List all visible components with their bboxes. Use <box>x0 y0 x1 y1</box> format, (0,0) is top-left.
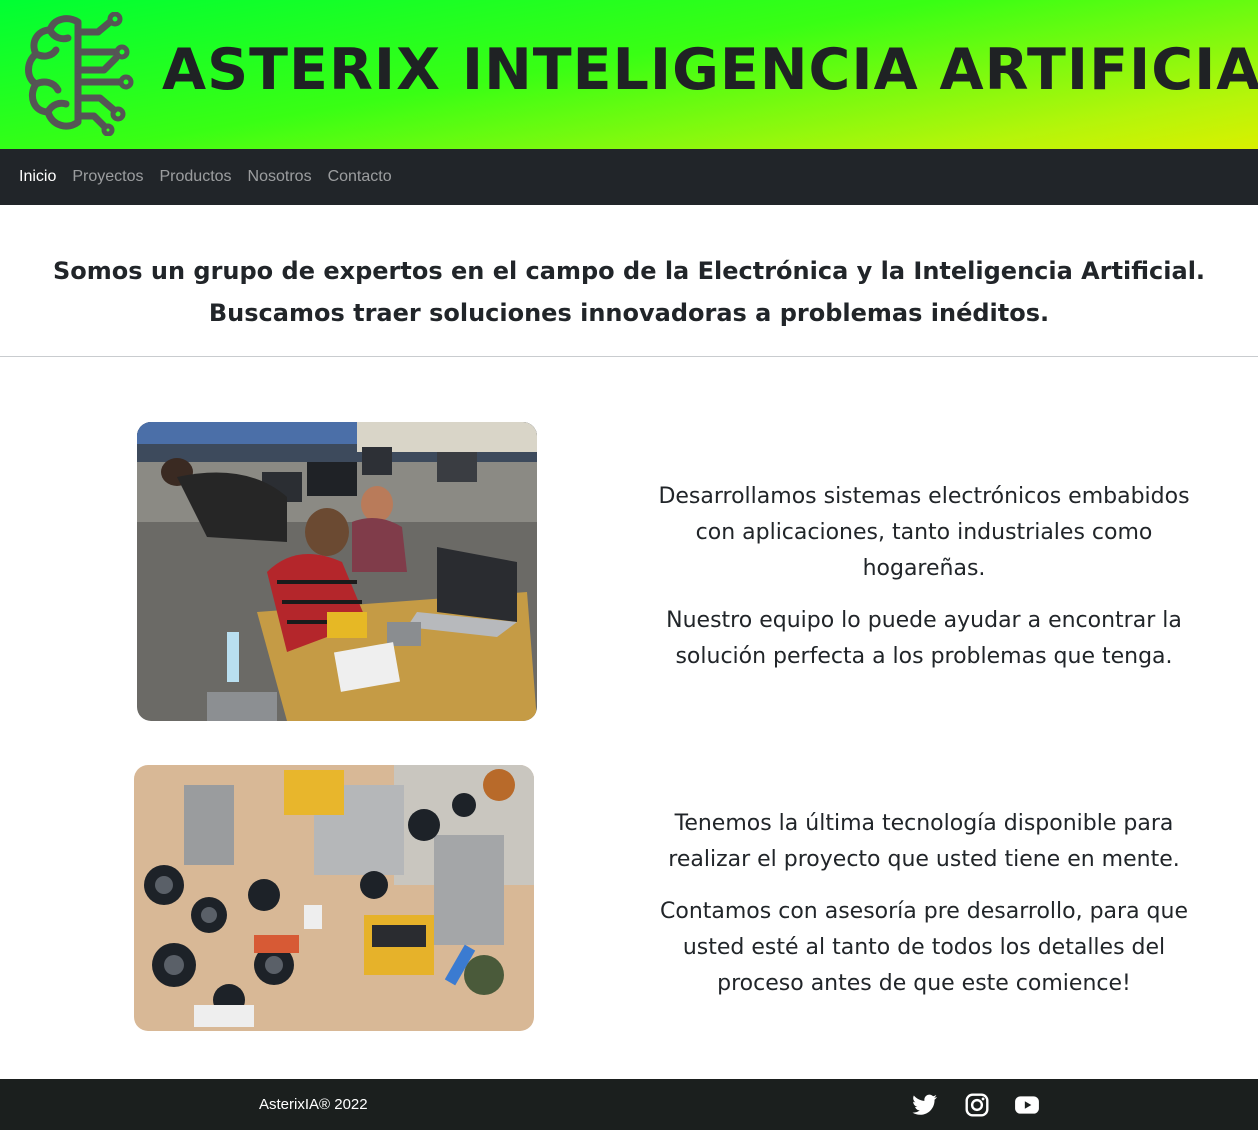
nav-item-contacto[interactable]: Contacto <box>328 149 392 205</box>
circuit-board-photo <box>134 765 534 1031</box>
feature-2-paragraph-2: Contamos con asesoría pre desarrollo, pa… <box>660 899 1188 996</box>
site-footer: AsterixIA® 2022 <box>0 1079 1258 1130</box>
twitter-icon[interactable] <box>912 1092 938 1118</box>
intro-line-2: Buscamos traer soluciones innovadoras a … <box>208 299 1050 327</box>
instagram-icon[interactable] <box>964 1092 990 1118</box>
intro-heading: Somos un grupo de expertos en el campo d… <box>0 250 1258 334</box>
feature-1-paragraph-2: Nuestro equipo lo puede ayudar a encontr… <box>666 608 1182 669</box>
nav-item-nosotros[interactable]: Nosotros <box>248 149 312 205</box>
nav-item-proyectos[interactable]: Proyectos <box>72 149 143 205</box>
section-divider <box>0 356 1258 357</box>
youtube-icon[interactable] <box>1014 1092 1040 1118</box>
nav-item-productos[interactable]: Productos <box>160 149 232 205</box>
main-navbar: Inicio Proyectos Productos Nosotros Cont… <box>0 149 1258 205</box>
feature-1-paragraph-1: Desarrollamos sistemas electrónicos emba… <box>658 484 1190 581</box>
nav-item-inicio[interactable]: Inicio <box>19 149 56 205</box>
feature-text-2: Tenemos la última tecnología disponible … <box>654 806 1194 1018</box>
header-banner: ASTERIX INTELIGENCIA ARTIFICIAL <box>0 0 1258 149</box>
feature-text-1: Desarrollamos sistemas electrónicos emba… <box>654 479 1194 691</box>
intro-line-1: Somos un grupo de expertos en el campo d… <box>52 257 1206 285</box>
copyright-text: AsterixIA® 2022 <box>259 1096 368 1113</box>
brain-circuit-icon <box>25 12 134 136</box>
feature-2-paragraph-1: Tenemos la última tecnología disponible … <box>668 811 1180 872</box>
team-workshop-photo <box>137 422 537 721</box>
site-title: ASTERIX INTELIGENCIA ARTIFICIAL <box>162 37 1258 103</box>
